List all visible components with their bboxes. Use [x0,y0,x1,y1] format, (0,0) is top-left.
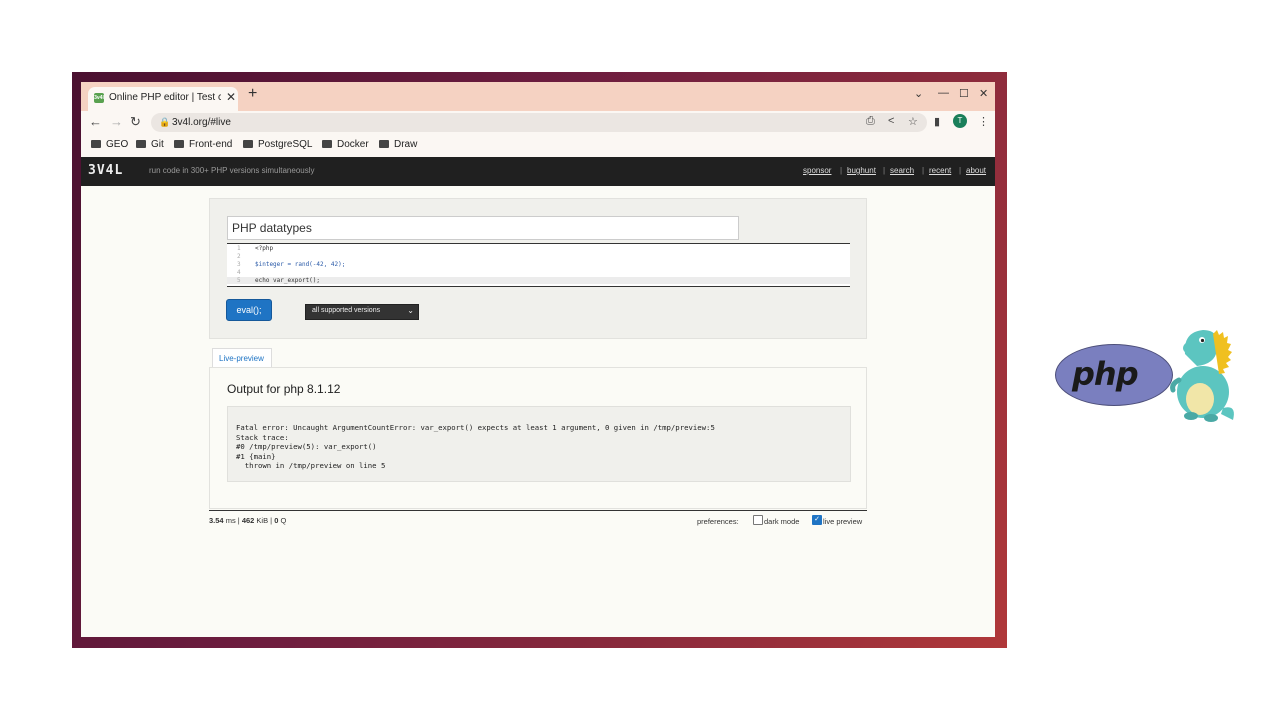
code-line-active: 5 echo var_export(); [227,277,850,284]
browser-toolbar: ← → ↻ 🔒 3v4l.org/#live ⎙ < ☆ ▮ T ⋮ [81,111,995,135]
memory-unit: KiB | [254,516,275,525]
favicon-icon: 3v4l [94,93,104,103]
bookmark-folder[interactable]: GEO [91,139,128,150]
eval-button[interactable]: eval(); [226,299,272,321]
code-line: 4 [237,269,241,276]
script-title-input[interactable] [227,216,739,240]
nav-link-search[interactable]: search [890,166,914,175]
nav-separator: | [883,166,886,175]
address-bar[interactable]: 🔒 3v4l.org/#live [151,113,927,132]
folder-icon [174,140,184,148]
bookmark-folder[interactable]: Draw [379,139,417,150]
chevron-down-icon: ⌄ [407,306,414,315]
dark-mode-checkbox[interactable] [753,515,763,525]
tab-title: Online PHP editor | Test c [109,92,221,103]
memory-value: 462 [241,516,255,525]
back-icon[interactable]: ← [89,114,102,129]
folder-icon [379,140,389,148]
time-unit: ms | [223,516,242,525]
maximize-icon[interactable]: ☐ [959,87,969,100]
run-stats: 3.54 ms | 462 KiB | 0 Q [209,516,286,525]
output-title: Output for php 8.1.12 [227,382,341,396]
forward-icon[interactable]: → [110,114,123,129]
new-tab-icon[interactable]: + [248,85,257,103]
nav-separator: | [922,166,925,175]
minimize-icon[interactable]: — [938,87,949,99]
folder-icon [322,140,332,148]
nav-link-recent[interactable]: recent [929,166,951,175]
install-app-icon[interactable]: ⎙ [866,115,875,128]
footer-divider [209,510,867,511]
editor-panel: 1<?php 2 3$integer = rand(-42, 42); 4 5e… [209,198,867,339]
site-logo[interactable]: 3V4L [88,163,123,178]
browser-window: 3v4l Online PHP editor | Test c ✕ + ⌄ — … [81,82,995,637]
output-box: Fatal error: Uncaught ArgumentCountError… [227,406,851,482]
nav-separator: | [959,166,962,175]
site-header: 3V4L run code in 300+ PHP versions simul… [81,157,995,186]
dinosaur-mascot-icon [1170,330,1234,422]
site-tagline: run code in 300+ PHP versions simultaneo… [149,166,315,175]
menu-kebab-icon[interactable]: ⋮ [978,115,989,128]
code-line: 1 <?php [237,245,274,252]
code-editor[interactable]: 1 <?php 2 3 $integer = rand(-42, 42); 4 5e… [227,243,850,287]
share-icon[interactable]: < [888,115,894,127]
profile-avatar[interactable]: T [953,114,967,128]
bookmark-folder[interactable]: Git [136,139,164,150]
bookmark-folder[interactable]: Front-end [174,139,232,150]
tab-search-chevron-icon[interactable]: ⌄ [914,87,923,100]
version-select[interactable]: all supported versions ⌄ [305,304,419,320]
bookmark-star-icon[interactable]: ☆ [908,115,918,128]
lock-icon: 🔒 [159,117,171,127]
url-text: 3v4l.org/#live [172,117,231,128]
close-tab-icon[interactable]: ✕ [226,90,236,104]
nav-link-sponsor[interactable]: sponsor [803,166,831,175]
live-preview-label: live preview [823,517,863,526]
browser-tab[interactable]: 3v4l Online PHP editor | Test c ✕ [88,87,238,111]
tab-live-preview[interactable]: Live-preview [212,348,272,368]
preferences-label: preferences: [697,517,739,526]
bookmarks-bar: GEO Git Front-end PostgreSQL Docker Draw [81,135,995,158]
queries-unit: Q [278,516,287,525]
tab-strip: 3v4l Online PHP editor | Test c ✕ + ⌄ — … [81,82,995,111]
folder-icon [136,140,146,148]
dark-mode-label: dark mode [764,517,800,526]
side-panel-icon[interactable]: ▮ [934,115,940,128]
nav-link-bughunt[interactable]: bughunt [847,166,876,175]
folder-icon [243,140,253,148]
folder-icon [91,140,101,148]
version-select-value: all supported versions [312,307,381,314]
output-panel: Output for php 8.1.12 Fatal error: Uncau… [209,367,867,509]
bookmark-folder[interactable]: PostgreSQL [243,139,312,150]
close-window-icon[interactable]: ✕ [979,87,988,100]
live-preview-checkbox[interactable]: ✓ [812,515,822,525]
code-line: 3 $integer = rand(-42, 42); [237,261,346,268]
output-text: Fatal error: Uncaught ArgumentCountError… [236,423,715,471]
nav-separator: | [840,166,843,175]
tab-live-preview-label: Live-preview [219,354,264,363]
reload-icon[interactable]: ↻ [130,114,141,130]
time-value: 3.54 [209,516,224,525]
bookmark-folder[interactable]: Docker [322,139,369,150]
php-logo-text: php [1072,355,1139,393]
nav-link-about[interactable]: about [966,166,986,175]
code-line: 2 [237,253,241,260]
